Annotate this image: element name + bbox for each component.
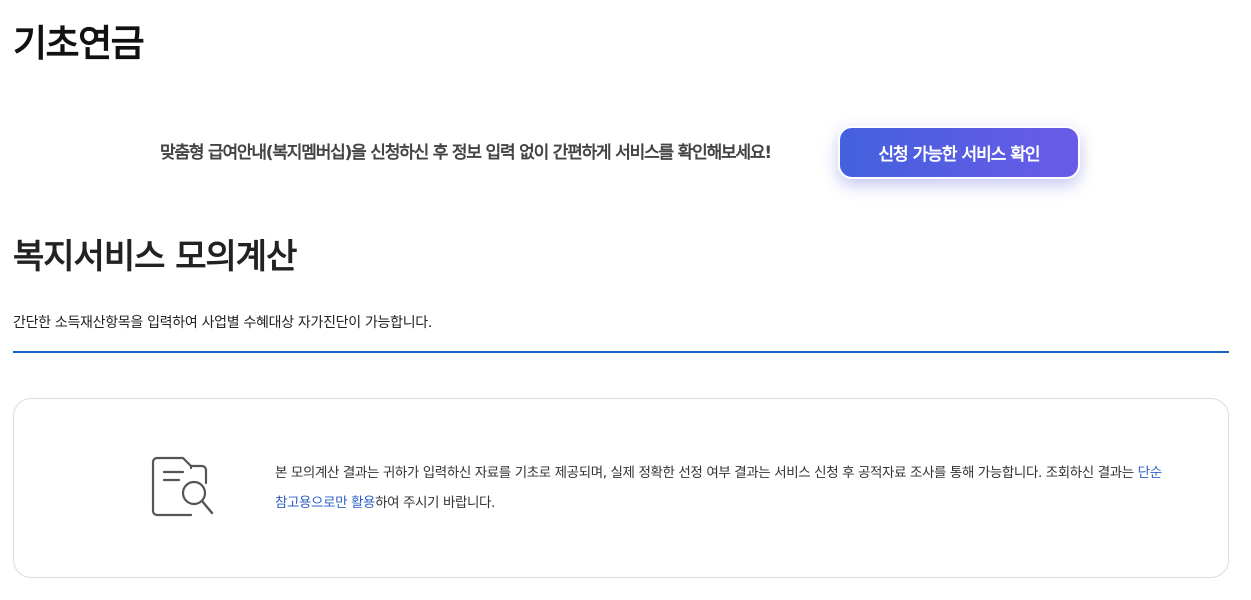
- section-divider: [13, 351, 1229, 353]
- page: 기초연금 맞춤형 급여안내(복지멤버십)을 신청하신 후 정보 입력 없이 간편…: [0, 0, 1251, 600]
- section-description: 간단한 소득재산항목을 입력하여 사업별 수혜대상 자가진단이 가능합니다.: [13, 315, 433, 331]
- document-search-icon: [151, 455, 221, 521]
- notice-text-end: 하여 주시기 바랍니다.: [375, 495, 495, 511]
- page-title: 기초연금: [13, 22, 145, 65]
- notice-card: 본 모의계산 결과는 귀하가 입력하신 자료를 기초로 제공되며, 실제 정확한…: [13, 398, 1229, 578]
- section-title: 복지서비스 모의계산: [13, 237, 297, 277]
- notice-text-main: 본 모의계산 결과는 귀하가 입력하신 자료를 기초로 제공되며, 실제 정확한…: [275, 465, 1138, 481]
- promo-text: 맞춤형 급여안내(복지멤버십)을 신청하신 후 정보 입력 없이 간편하게 서비…: [160, 143, 772, 163]
- membership-promo: 맞춤형 급여안내(복지멤버십)을 신청하신 후 정보 입력 없이 간편하게 서비…: [0, 126, 1251, 180]
- notice-text: 본 모의계산 결과는 귀하가 입력하신 자료를 기초로 제공되며, 실제 정확한…: [275, 458, 1175, 518]
- check-available-services-button[interactable]: 신청 가능한 서비스 확인: [838, 126, 1080, 179]
